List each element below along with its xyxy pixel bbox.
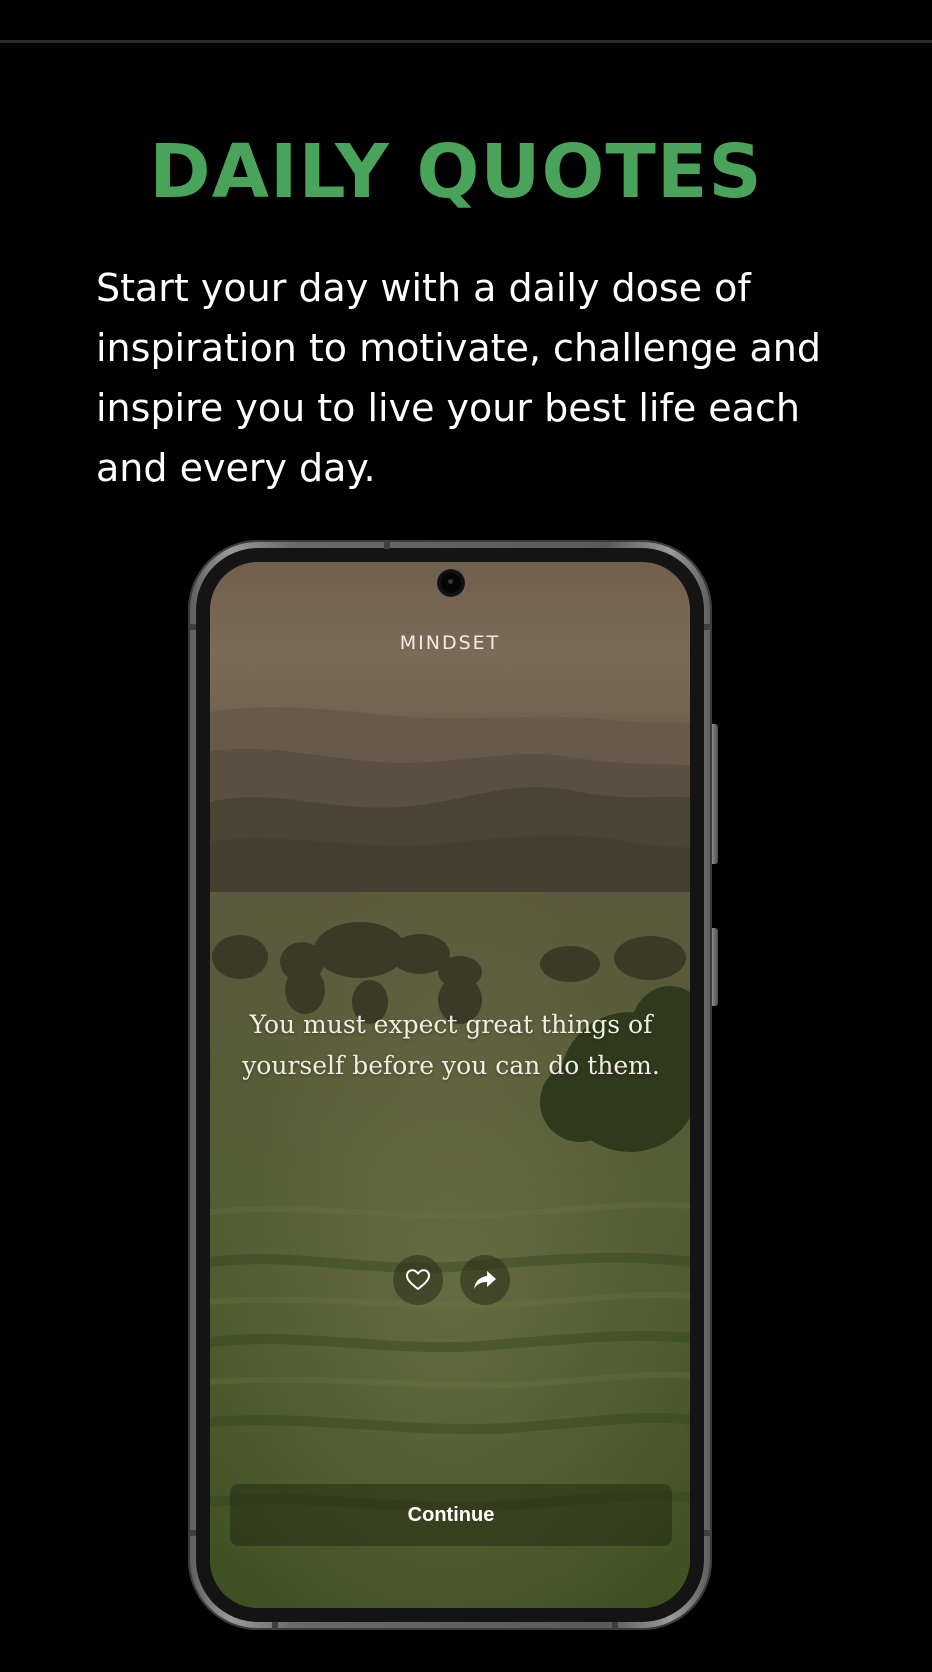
page-title: DAILY QUOTES (149, 129, 763, 215)
volume-button (712, 724, 718, 864)
antenna-line (704, 1530, 712, 1536)
top-divider (0, 40, 932, 43)
app-name: MINDSET (399, 632, 501, 654)
antenna-line (188, 1530, 196, 1536)
like-button[interactable] (393, 1255, 443, 1305)
front-camera (438, 570, 464, 596)
antenna-line (384, 540, 390, 549)
antenna-line (704, 624, 712, 630)
quote-text: You must expect great things of yourself… (242, 1010, 660, 1080)
antenna-line (188, 624, 196, 630)
share-arrow-icon (474, 1271, 496, 1289)
heart-icon (406, 1269, 430, 1290)
power-button (712, 928, 718, 1006)
share-button[interactable] (460, 1255, 510, 1305)
antenna-line (612, 1622, 618, 1630)
intro-paragraph: Start your day with a daily dose of insp… (96, 266, 821, 490)
continue-button[interactable]: Continue (230, 1484, 672, 1546)
antenna-line (272, 1622, 278, 1630)
